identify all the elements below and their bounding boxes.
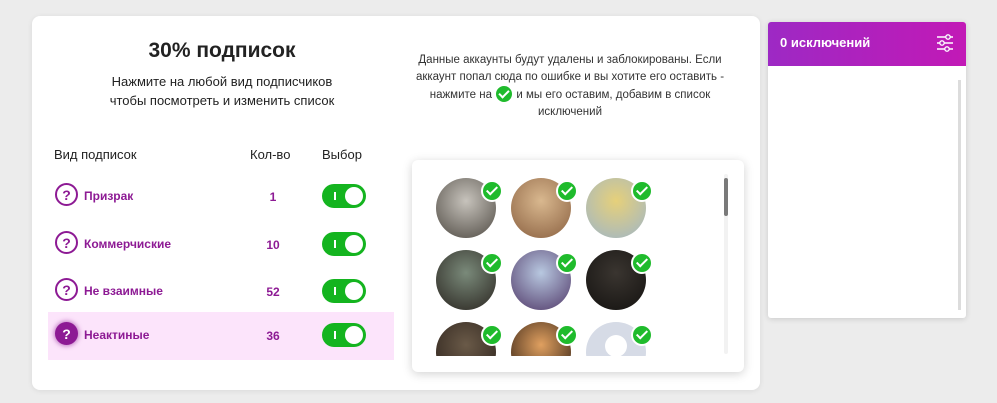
subscription-row[interactable]: ? Коммерчиские 10 <box>48 221 394 269</box>
selection-toggle[interactable] <box>322 232 366 256</box>
exclusions-header: 0 исключений <box>768 22 966 66</box>
keep-account-check-icon[interactable] <box>631 324 653 346</box>
selection-toggle[interactable] <box>322 323 366 347</box>
help-question-icon[interactable]: ? <box>55 322 78 345</box>
keep-account-check-icon[interactable] <box>481 324 503 346</box>
avatar-grid <box>412 160 728 356</box>
toggle-on-mark <box>334 287 336 295</box>
instruction-text: Нажмите на любой вид подписчиков чтобы п… <box>109 74 335 108</box>
subscription-type-label[interactable]: Не взаимные <box>84 284 163 298</box>
subscription-type-label[interactable]: Призрак <box>84 189 133 203</box>
exclusions-count: 0 исключений <box>780 35 871 50</box>
keep-account-check-icon[interactable] <box>481 180 503 202</box>
keep-account-check-icon[interactable] <box>631 252 653 274</box>
help-question-icon[interactable]: ? <box>55 183 78 206</box>
toggle-knob <box>345 187 363 205</box>
toggle-knob <box>345 282 363 300</box>
subscription-row[interactable]: ? Не взаимные 52 <box>48 268 394 316</box>
subscription-type-label[interactable]: Коммерчиские <box>84 237 171 251</box>
keep-account-check-icon[interactable] <box>631 180 653 202</box>
toggle-on-mark <box>334 331 336 339</box>
subscription-count: 36 <box>266 329 280 343</box>
column-header-choice: Выбор <box>322 147 362 162</box>
check-icon <box>496 86 513 102</box>
subscriptions-card: 30% подписок Нажмите на любой вид подпис… <box>32 16 760 390</box>
help-question-icon[interactable]: ? <box>55 278 78 301</box>
gallery-scrollbar[interactable] <box>724 178 728 216</box>
column-header-type: Вид подписок <box>54 147 137 162</box>
keep-account-check-icon[interactable] <box>481 252 503 274</box>
keep-account-check-icon[interactable] <box>556 324 578 346</box>
account-gallery <box>412 160 744 372</box>
notice-text: Данные аккаунты будут удалены и заблокир… <box>410 52 730 121</box>
column-header-count: Кол-во <box>250 147 291 162</box>
filter-sliders-icon[interactable] <box>936 34 954 52</box>
keep-account-check-icon[interactable] <box>556 252 578 274</box>
subscription-count: 1 <box>269 190 277 204</box>
toggle-knob <box>345 326 363 344</box>
selection-toggle[interactable] <box>322 184 366 208</box>
keep-account-check-icon[interactable] <box>556 180 578 202</box>
notice-text-after: и мы его оставим, добавим в список исклю… <box>516 89 711 118</box>
exclusions-panel: 0 исключений <box>768 22 966 318</box>
subscription-row[interactable]: ? Неактиные 36 <box>48 312 394 360</box>
exclusions-scrollbar[interactable] <box>958 80 961 310</box>
help-question-icon[interactable]: ? <box>55 231 78 254</box>
toggle-on-mark <box>334 192 336 200</box>
subscription-count: 10 <box>266 238 280 252</box>
toggle-knob <box>345 235 363 253</box>
subscription-count: 52 <box>266 285 280 299</box>
page-title: 30% подписок <box>148 39 296 62</box>
subscription-type-label[interactable]: Неактиные <box>84 328 149 342</box>
selection-toggle[interactable] <box>322 279 366 303</box>
toggle-on-mark <box>334 240 336 248</box>
subscription-row[interactable]: ? Призрак 1 <box>48 173 394 221</box>
